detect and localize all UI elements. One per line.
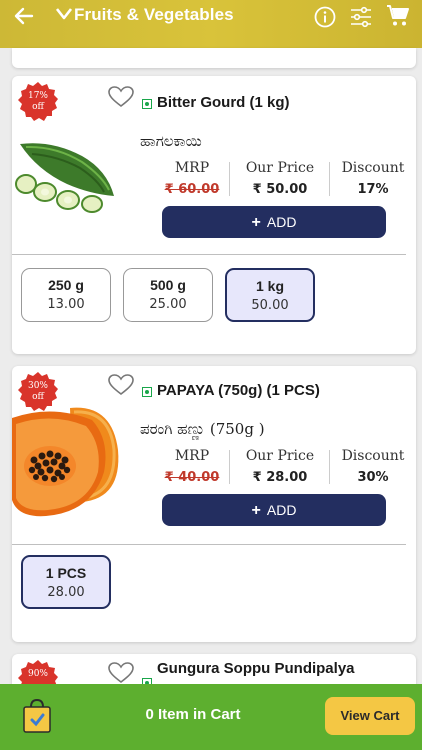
product-local-name: ಹಾಗಲಕಾಯಿ (140, 132, 202, 150)
our-price-label: Our Price (245, 160, 315, 176)
discount-value: 30% (357, 470, 389, 485)
discount-label: Discount (341, 448, 405, 464)
mrp-value: ₹ 60.00 (164, 182, 220, 197)
product-image (12, 400, 124, 520)
product-card: 30% off PAPAYA (750g) (1 PCS) ಪರಂಗಿ ಹಣ್ಣು… (12, 366, 416, 642)
previous-product-card (12, 48, 416, 68)
price-grid: MRP ₹ 60.00 Our Price ₹ 50.00 Discount 1… (158, 160, 405, 200)
heart-icon[interactable] (108, 662, 134, 684)
cart-footer: 0 Item in Cart View Cart (0, 684, 422, 750)
product-local-name: ಪರಂಗಿ ಹಣ್ಣು (750g ) (140, 420, 265, 438)
price-grid: MRP ₹ 40.00 Our Price ₹ 28.00 Discount 3… (158, 448, 405, 488)
weight-option-selected[interactable]: 1 PCS 28.00 (21, 555, 111, 609)
heart-icon[interactable] (108, 374, 134, 396)
weight-option[interactable]: 250 g 13.00 (21, 268, 111, 322)
weight-option-selected[interactable]: 1 kg 50.00 (225, 268, 315, 322)
product-name: Gungura Soppu Pundipalya (157, 660, 355, 677)
back-arrow-icon[interactable] (14, 6, 34, 32)
mrp-label: MRP (174, 160, 210, 176)
mrp-label: MRP (174, 448, 210, 464)
discount-value: 17% (357, 182, 389, 197)
mrp-value: ₹ 40.00 (164, 470, 220, 485)
info-icon[interactable] (314, 6, 336, 28)
product-name: Bitter Gourd (1 kg) (157, 94, 290, 111)
veg-mark-icon (142, 99, 152, 109)
our-price-value: ₹ 50.00 (252, 182, 308, 197)
plus-icon: + (251, 214, 261, 231)
add-button[interactable]: + ADD (162, 494, 386, 526)
divider (12, 254, 406, 255)
product-card: 17% off Bitter Gourd (1 kg) ಹಾಗಲಕಾಯಿ MRP … (12, 76, 416, 354)
chevron-down-icon (55, 5, 73, 25)
cart-icon[interactable] (386, 4, 410, 28)
discount-badge: 17% off (18, 82, 58, 122)
app-header: Fruits & Vegetables (0, 0, 422, 48)
heart-icon[interactable] (108, 86, 134, 108)
product-name: PAPAYA (750g) (1 PCS) (157, 382, 320, 399)
filter-icon[interactable] (350, 6, 372, 28)
product-image (12, 138, 122, 218)
veg-mark-icon (142, 387, 152, 397)
our-price-value: ₹ 28.00 (252, 470, 308, 485)
category-dropdown[interactable]: Fruits & Vegetables (55, 5, 234, 25)
weight-option[interactable]: 500 g 25.00 (123, 268, 213, 322)
page-title: Fruits & Vegetables (74, 5, 234, 24)
add-button[interactable]: + ADD (162, 206, 386, 238)
our-price-label: Our Price (245, 448, 315, 464)
view-cart-button[interactable]: View Cart (325, 697, 415, 735)
divider (12, 544, 406, 545)
discount-label: Discount (341, 160, 405, 176)
plus-icon: + (251, 502, 261, 519)
